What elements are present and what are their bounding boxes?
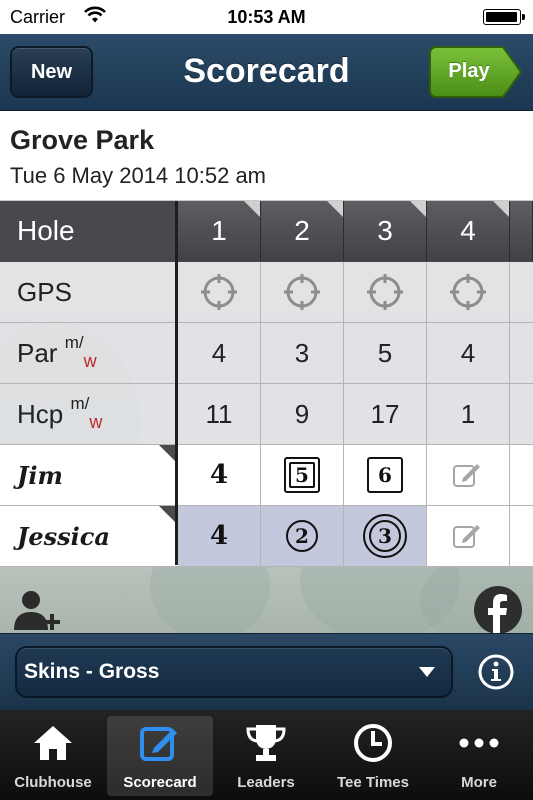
- player-row-jessica: Jessica 4 2 3: [0, 506, 533, 567]
- pencil-square-icon: [140, 727, 177, 761]
- handicap-value: 1: [427, 384, 510, 444]
- clock-icon: [354, 724, 392, 762]
- ellipsis-icon: [459, 738, 499, 748]
- info-icon[interactable]: [476, 652, 516, 692]
- status-bar: Carrier 10:53 AM: [0, 0, 533, 34]
- tab-clubhouse[interactable]: Clubhouse: [0, 716, 106, 796]
- hole-header[interactable]: 1: [178, 201, 261, 261]
- tab-tee-times[interactable]: Tee Times: [320, 716, 426, 796]
- play-button[interactable]: Play: [429, 46, 523, 98]
- gps-crosshair-icon[interactable]: [427, 262, 510, 322]
- chevron-down-icon: [419, 667, 435, 677]
- game-type-dropdown[interactable]: Skins - Gross: [15, 646, 453, 698]
- player-name[interactable]: Jim: [0, 445, 175, 505]
- handicap-row: Hcp m / w 11 9 17 1: [0, 384, 533, 445]
- facebook-icon[interactable]: [473, 585, 523, 635]
- course-name: Grove Park: [10, 125, 155, 155]
- par-value: 5: [344, 323, 427, 383]
- gps-label: GPS: [17, 276, 72, 307]
- player-name[interactable]: Jessica: [0, 506, 175, 566]
- score-cell[interactable]: 4: [178, 506, 261, 566]
- gps-row: GPS: [0, 262, 533, 323]
- handicap-label: Hcp m / w: [17, 394, 103, 432]
- hole-header[interactable]: 2: [261, 201, 344, 261]
- tab-more[interactable]: More: [426, 716, 532, 796]
- hole-label: Hole: [17, 215, 75, 246]
- gps-crosshair-icon[interactable]: [261, 262, 344, 322]
- course-header: Grove Park Tue 6 May 2014 10:52 am: [0, 111, 533, 201]
- hole-header[interactable]: 3: [344, 201, 427, 261]
- gps-crosshair-icon[interactable]: [178, 262, 261, 322]
- handicap-value: 17: [344, 384, 427, 444]
- status-time: 10:53 AM: [227, 7, 306, 27]
- score-cell-bogey[interactable]: 6: [344, 445, 427, 505]
- hole-header[interactable]: 4: [427, 201, 510, 261]
- house-icon: [34, 726, 72, 760]
- handicap-value: 11: [178, 384, 261, 444]
- score-cell-bogey[interactable]: 5: [261, 445, 344, 505]
- hole-row: Hole 1 2 3 4: [0, 201, 533, 262]
- trophy-icon: [246, 725, 286, 761]
- game-type-value: Skins - Gross: [24, 660, 160, 683]
- handicap-value: 9: [261, 384, 344, 444]
- par-value: 3: [261, 323, 344, 383]
- score-cell-eagle[interactable]: 3: [344, 506, 427, 566]
- gps-crosshair-icon[interactable]: [344, 262, 427, 322]
- navigation-bar: New Scorecard Play: [0, 34, 533, 111]
- game-selector-bar: Skins - Gross: [0, 633, 533, 710]
- add-player-icon[interactable]: [14, 590, 66, 630]
- hole-header-next[interactable]: [510, 201, 533, 261]
- score-cell[interactable]: 4: [178, 445, 261, 505]
- scorecard-grid: Hole 1 2 3 4 GPS Par m / w 4 3 5 4 Hcp m…: [0, 201, 533, 567]
- column-divider: [175, 201, 178, 565]
- player-row-jim: Jim 4 5 6: [0, 445, 533, 506]
- par-value: 4: [178, 323, 261, 383]
- par-row: Par m / w 4 3 5 4: [0, 323, 533, 384]
- play-button-label: Play: [448, 60, 490, 82]
- score-cell-birdie[interactable]: 2: [261, 506, 344, 566]
- tab-scorecard[interactable]: Scorecard: [107, 716, 213, 796]
- par-label: Par m / w: [17, 333, 97, 371]
- edit-score-icon[interactable]: [427, 445, 510, 505]
- tab-bar: Clubhouse Scorecard Leaders Tee Times Mo…: [0, 710, 533, 800]
- edit-score-icon[interactable]: [427, 506, 510, 566]
- round-date: Tue 6 May 2014 10:52 am: [10, 163, 267, 188]
- par-value: 4: [427, 323, 510, 383]
- battery-icon: [483, 9, 525, 25]
- tab-leaders[interactable]: Leaders: [213, 716, 319, 796]
